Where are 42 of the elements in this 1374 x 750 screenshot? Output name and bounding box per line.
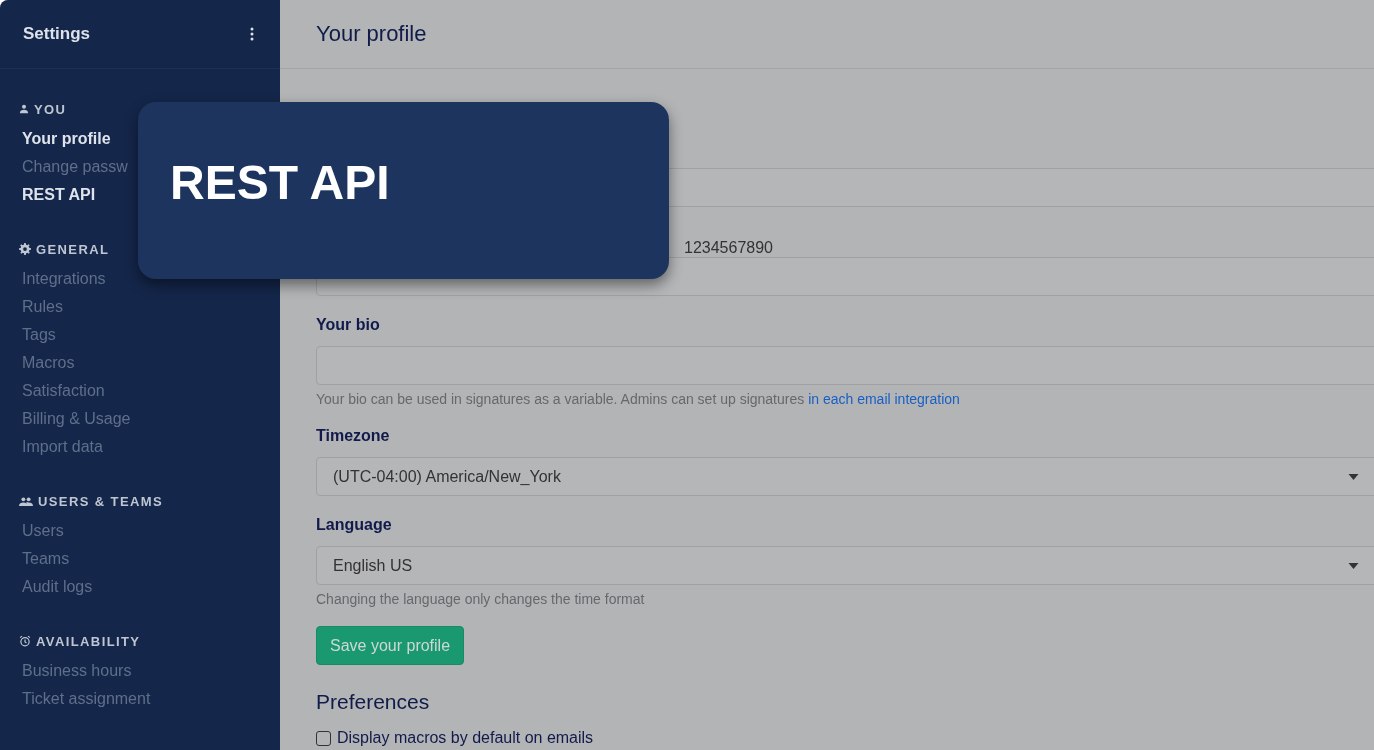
sidebar-item[interactable]: Macros [22,349,75,377]
checkbox-label: Display macros by default on emails [337,729,594,747]
link[interactable]: in each email integration [808,391,960,407]
more-icon[interactable] [250,27,254,41]
section-heading: USERS & TEAMS [38,493,164,509]
sidebar-item[interactable]: Business hours [22,657,132,685]
sidebar-item[interactable]: Billing & Usage [22,405,131,433]
checkbox[interactable] [316,730,331,746]
sidebar-item[interactable]: Import data [22,433,103,461]
sidebar-item[interactable]: Change passw [22,153,128,181]
caret-icon [1348,563,1359,569]
sidebar-item[interactable]: Teams [22,545,70,573]
field-label: Your bio [316,315,381,335]
person-icon [19,104,29,114]
sidebar-item[interactable]: Users [22,517,64,545]
alarm-clock-icon [19,635,31,647]
callout-item: REST API [170,155,391,211]
caret-icon [1348,474,1359,480]
sidebar-item[interactable]: Rules [22,293,63,321]
dropdown[interactable]: English US [316,546,1374,585]
sidebar-item[interactable]: Your profile [22,125,111,153]
number-text: 1234567890 [684,239,773,257]
sidebar-item[interactable]: Integrations [22,265,106,293]
sidebar-item[interactable]: Ticket assignment [22,685,151,713]
section-heading: YOU [34,101,67,117]
help-text: Changing the language only changes the time format [316,591,646,607]
help-text: Your bio can be used in signatures as a variable. Admins can set up signatures in each email integration [316,391,961,407]
field-label: Language [316,515,393,535]
sidebar-item[interactable]: Tags [22,321,56,349]
sidebar-item[interactable]: Satisfaction [22,377,105,405]
page-title: Your profile [316,21,427,47]
section-heading: GENERAL [36,241,110,257]
people-icon [19,496,33,506]
save-button[interactable]: Save your profile [316,626,465,665]
sidebar-title: Settings [23,24,91,44]
gear-icon [19,243,31,255]
dropdown[interactable]: (UTC-04:00) America/New_York [316,457,1374,496]
sidebar-item[interactable]: REST API [22,181,96,209]
section-heading: AVAILABILITY [36,633,141,649]
field-label: Timezone [316,426,391,446]
sidebar-item[interactable]: Audit logs [22,573,93,601]
section-title: Preferences [316,689,431,715]
